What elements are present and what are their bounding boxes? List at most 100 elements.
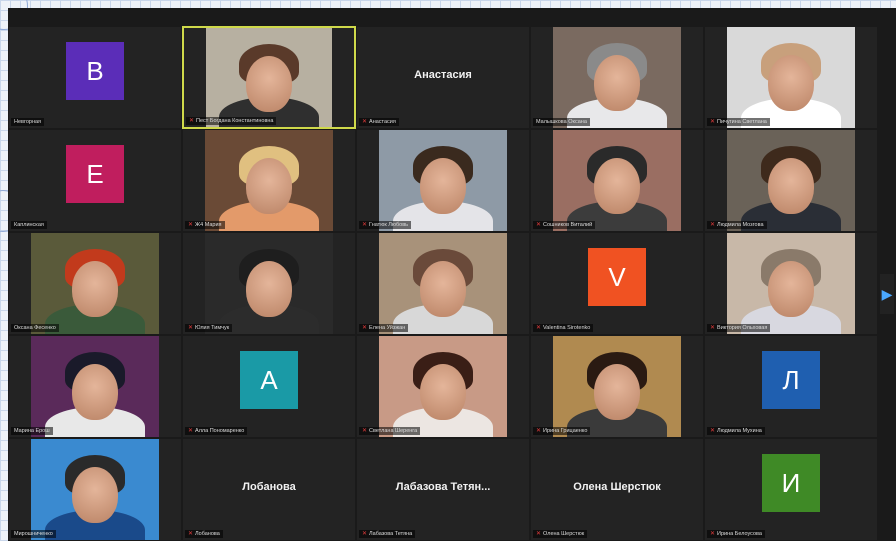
participant-name-text: Невгорная <box>14 119 42 125</box>
participant-tile[interactable]: Мирошниченко <box>8 438 182 541</box>
participant-tile[interactable]: ✕ Гнатюк Любовь <box>356 129 530 232</box>
participant-tile[interactable]: A ✕ Алла Пономаренко <box>182 335 356 438</box>
participant-name-label: ✕ Ж4 Мария <box>185 221 225 229</box>
participant-tile[interactable]: Малышкова Оксана <box>530 26 704 129</box>
muted-mic-icon: ✕ <box>536 325 542 331</box>
participant-name-label: ✕ Ирина Грицаенко <box>533 427 591 435</box>
participant-name-text: Ирина Грицаенко <box>543 428 588 434</box>
muted-mic-icon: ✕ <box>188 428 194 434</box>
participant-name-text: Алла Пономаренко <box>195 428 245 434</box>
participant-display-name: Анастасия <box>414 69 472 82</box>
video-feed <box>31 439 159 540</box>
muted-mic-icon: ✕ <box>362 428 368 434</box>
participant-name-label: Мирошниченко <box>11 530 56 538</box>
muted-mic-icon: ✕ <box>188 222 194 228</box>
participant-tile[interactable]: В Невгорная <box>8 26 182 129</box>
participant-name-text: Гнатюк Любовь <box>369 222 408 228</box>
participant-tile[interactable]: Лабазова Тетян... ✕ Лабазова Тетяна <box>356 438 530 541</box>
participant-tile[interactable]: ✕ Елена Уйзжан <box>356 232 530 335</box>
participant-tile[interactable]: ✕ Юлия Тимчук <box>182 232 356 335</box>
person-face <box>72 261 118 318</box>
muted-mic-icon: ✕ <box>710 119 716 125</box>
meeting-window: В Невгорная ✕ Пест Богдана Константиновна Ан… <box>8 8 896 541</box>
person-face <box>768 55 814 112</box>
participant-tile[interactable]: ✕ Пичугина Светлана <box>704 26 878 129</box>
participant-name-label: ✕ Пест Богдана Константиновна <box>186 117 277 125</box>
participant-name-label: ✕ Елена Уйзжан <box>359 324 409 332</box>
participant-tile[interactable]: ✕ Виктория Ольховая <box>704 232 878 335</box>
person-face <box>246 261 292 318</box>
participant-name-label: ✕ Лобанова <box>185 530 223 538</box>
participant-tile[interactable]: И ✕ Ирина Белоусова <box>704 438 878 541</box>
person-face <box>246 55 292 112</box>
person-face <box>246 158 292 215</box>
participant-name-label: Каплинская <box>11 221 47 229</box>
participant-tile[interactable]: ✕ Светлана Шеренга <box>356 335 530 438</box>
video-feed <box>205 233 333 334</box>
person-face <box>420 158 466 215</box>
video-feed <box>379 233 507 334</box>
video-feed <box>31 336 159 437</box>
participant-tile[interactable]: ✕ Людмила Мозгова <box>704 129 878 232</box>
muted-mic-icon: ✕ <box>536 222 542 228</box>
participant-tile[interactable]: V ✕ Valentina Sirotenko <box>530 232 704 335</box>
person-face <box>420 261 466 318</box>
participant-tile[interactable]: ✕ Пест Богдана Константиновна <box>182 26 356 129</box>
muted-mic-icon: ✕ <box>710 531 716 537</box>
participant-name-label: ✕ Valentina Sirotenko <box>533 324 594 332</box>
person-face <box>594 364 640 421</box>
participant-tile[interactable]: ✕ Ирина Грицаенко <box>530 335 704 438</box>
participant-name-label: ✕ Пичугина Светлана <box>707 118 770 126</box>
participant-name-label: ✕ Гнатюк Любовь <box>359 221 411 229</box>
muted-mic-icon: ✕ <box>710 222 716 228</box>
muted-mic-icon: ✕ <box>188 325 194 331</box>
participant-name-text: Пест Богдана Константиновна <box>196 118 274 124</box>
participant-name-label: ✕ Людмила Мозгова <box>707 221 767 229</box>
participant-name-label: ✕ Олена Шерстюк <box>533 530 588 538</box>
avatar-initial: И <box>762 454 820 513</box>
participant-name-label: Малышкова Оксана <box>533 118 590 126</box>
video-feed <box>205 130 333 231</box>
muted-mic-icon: ✕ <box>710 428 716 434</box>
participant-tile[interactable]: Лобанова ✕ Лобанова <box>182 438 356 541</box>
participant-tile[interactable]: Оксана Фесенко <box>8 232 182 335</box>
participant-name-label: ✕ Юлия Тимчук <box>185 324 233 332</box>
avatar-initial: V <box>588 248 646 307</box>
participant-tile[interactable]: Анастасия ✕ Анастасия <box>356 26 530 129</box>
participant-display-name: Лабазова Тетян... <box>395 481 491 494</box>
avatar-initial: Л <box>762 351 820 410</box>
participant-tile[interactable]: Марина Ерош <box>8 335 182 438</box>
participant-name-text: Елена Уйзжан <box>369 325 406 331</box>
participant-tile[interactable]: Л ✕ Людмила Мухина <box>704 335 878 438</box>
person-face <box>594 55 640 112</box>
participant-name-text: Каплинская <box>14 222 44 228</box>
avatar-initial: В <box>66 42 124 101</box>
participant-display-name: Олена Шерстюк <box>573 481 661 494</box>
video-feed <box>206 28 332 127</box>
participant-name-text: Ирина Белоусова <box>717 531 762 537</box>
next-page-arrow[interactable]: ▶ <box>880 274 894 314</box>
person-face <box>768 261 814 318</box>
video-feed <box>379 336 507 437</box>
gallery-grid: В Невгорная ✕ Пест Богдана Константиновна Ан… <box>8 26 878 541</box>
participant-name-text: Светлана Шеренга <box>369 428 418 434</box>
avatar-initial: A <box>240 351 298 410</box>
person-face <box>72 467 118 524</box>
participant-name-label: ✕ Лабазова Тетяна <box>359 530 416 538</box>
video-feed <box>379 130 507 231</box>
participant-name-text: Марина Ерош <box>14 428 50 434</box>
participant-name-text: Лабазова Тетяна <box>369 531 413 537</box>
participant-tile[interactable]: Е Каплинская <box>8 129 182 232</box>
participant-name-label: Невгорная <box>11 118 45 126</box>
video-feed <box>31 233 159 334</box>
participant-name-label: ✕ Виктория Ольховая <box>707 324 771 332</box>
participant-name-text: Людмила Мозгова <box>717 222 764 228</box>
participant-name-text: Малышкова Оксана <box>536 119 587 125</box>
person-face <box>594 158 640 215</box>
participant-tile[interactable]: ✕ Ж4 Мария <box>182 129 356 232</box>
muted-mic-icon: ✕ <box>362 325 368 331</box>
participant-tile[interactable]: Олена Шерстюк ✕ Олена Шерстюк <box>530 438 704 541</box>
muted-mic-icon: ✕ <box>188 531 194 537</box>
participant-tile[interactable]: ✕ Сошников Виталий <box>530 129 704 232</box>
video-feed <box>727 130 855 231</box>
